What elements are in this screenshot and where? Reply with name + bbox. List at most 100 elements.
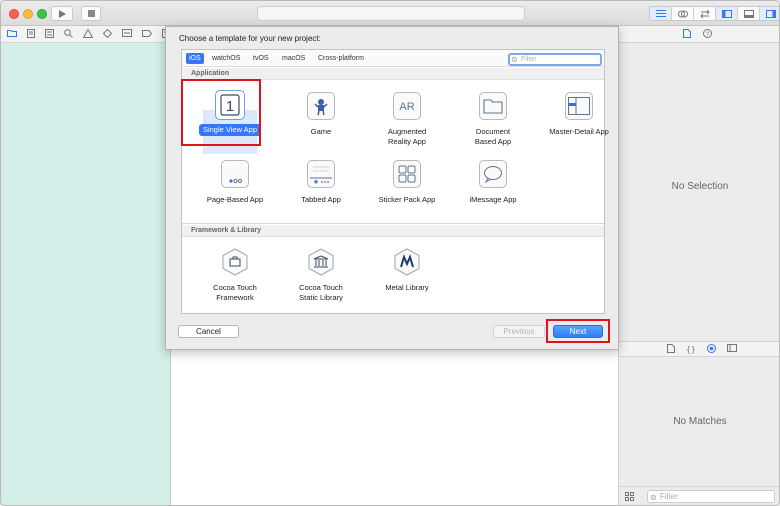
library-filter-input[interactable]: ⊜ Filter [647,490,775,503]
library-filter-bar: ⊜ Filter [619,486,779,505]
venn-icon [677,10,688,17]
zoom-window-button[interactable] [37,9,47,19]
template-metal-library[interactable]: Metal Library [364,248,450,293]
filter-icon: ⊜ [511,55,518,64]
page-based-icon [221,160,249,188]
panel-toggle-control [715,6,779,21]
stop-button[interactable] [81,6,101,21]
template-label: Game [310,127,332,136]
filter-icon: ⊜ [650,493,657,502]
navigator-tab-bar [1,26,171,43]
library-filter-placeholder: Filter [660,492,678,501]
tab-tvos[interactable]: tvOS [250,53,272,64]
tab-ios[interactable]: iOS [186,53,204,64]
source-control-icon[interactable] [27,28,35,40]
object-library-icon[interactable] [706,343,716,355]
editor-mode-control [649,6,717,21]
toggle-inspector-button[interactable] [760,7,779,20]
code-snippet-icon[interactable]: {} [686,345,696,354]
assistant-editor-button[interactable] [672,7,694,20]
bottom-panel-icon [743,9,754,18]
imessage-icon [479,160,507,188]
template-label: iMessage App [469,195,517,204]
tabbed-icon: ★ [307,160,335,188]
template-label: Cocoa Touch Framework [213,283,257,302]
file-inspector-icon[interactable] [683,28,691,40]
no-matches-label: No Matches [673,416,727,427]
platform-tab-bar: iOS watchOS tvOS macOS Cross-platform ⊜ … [182,50,604,67]
minimize-window-button[interactable] [23,9,33,19]
template-filter-input[interactable]: ⊜ Filter [508,53,602,66]
sheet-title: Choose a template for your new project: [179,34,321,43]
template-game[interactable]: Game [278,92,364,137]
activity-viewer [257,6,525,21]
arrows-icon [700,9,710,18]
folder-icon[interactable] [7,29,17,39]
template-label: Document Based App [474,127,512,146]
inspector-tab-bar: ? [619,26,779,43]
help-inspector-icon[interactable]: ? [703,28,712,40]
file-template-icon[interactable] [667,343,675,355]
media-library-icon[interactable] [726,344,737,354]
left-panel-icon [721,9,732,18]
template-label: Sticker Pack App [378,195,436,204]
toggle-debug-area-button[interactable] [738,7,760,20]
game-icon [307,92,335,120]
svg-text:★: ★ [313,178,319,185]
template-label: Page-Based App [206,195,264,204]
template-cocoa-touch-framework[interactable]: Cocoa Touch Framework [192,248,278,303]
document-icon [479,92,507,120]
previous-button[interactable]: Previous [493,325,545,338]
template-cocoa-touch-static-library[interactable]: Cocoa Touch Static Library [278,248,364,303]
toolbar [1,1,779,26]
toggle-navigator-button[interactable] [716,7,738,20]
template-filter-placeholder: Filter [521,56,537,63]
tab-watchos[interactable]: watchOS [209,53,243,64]
sticker-pack-icon [393,160,421,188]
template-tabbed-app[interactable]: ★ Tabbed App [278,160,364,205]
inspector-pane: No Selection [619,43,779,341]
navigator-pane [1,43,171,505]
close-window-button[interactable] [9,9,19,19]
metal-icon [393,248,421,276]
tab-cross-platform[interactable]: Cross-platform [315,53,367,64]
template-master-detail-app[interactable]: Master-Detail App [536,92,622,137]
template-augmented-reality-app[interactable]: AR Augmented Reality App [364,92,450,147]
test-icon[interactable] [102,28,113,40]
play-icon [59,9,66,18]
tab-macos[interactable]: macOS [279,53,308,64]
debug-icon[interactable] [122,29,132,39]
section-header-framework-library: Framework & Library [182,225,604,237]
stop-icon [87,10,95,17]
breakpoint-icon[interactable] [142,29,153,39]
warning-icon[interactable] [82,27,94,40]
template-label: Tabbed App [301,195,341,204]
no-selection-label: No Selection [671,181,729,192]
static-library-icon [307,248,335,276]
section-divider [182,223,604,224]
cancel-button[interactable]: Cancel [178,325,239,338]
xcode-window: ? No Selection {} No Matches ⊜ Filter Ch… [0,0,780,506]
library-pane: No Matches [619,357,779,486]
ar-icon: AR [393,92,421,120]
template-chooser-sheet: Choose a template for your new project: … [165,26,619,350]
template-label: Cocoa Touch Static Library [299,283,343,302]
framework-icon [221,248,249,276]
ar-glyph: AR [399,101,414,113]
grid-view-icon[interactable] [625,492,634,501]
standard-editor-button[interactable] [650,7,672,20]
search-icon[interactable] [64,28,73,40]
run-button[interactable] [51,6,73,21]
template-page-based-app[interactable]: Page-Based App [192,160,278,205]
template-label: Augmented Reality App [387,127,427,146]
version-editor-button[interactable] [694,7,716,20]
template-document-based-app[interactable]: Document Based App [450,92,536,147]
template-imessage-app[interactable]: iMessage App [450,160,536,205]
library-tab-bar: {} [619,341,779,357]
template-sticker-pack-app[interactable]: Sticker Pack App [364,160,450,205]
hierarchy-icon[interactable] [45,28,54,40]
next-highlight-box [546,319,610,343]
master-detail-icon [565,92,593,120]
lines-icon [655,9,666,17]
single-view-highlight-box [181,79,261,146]
